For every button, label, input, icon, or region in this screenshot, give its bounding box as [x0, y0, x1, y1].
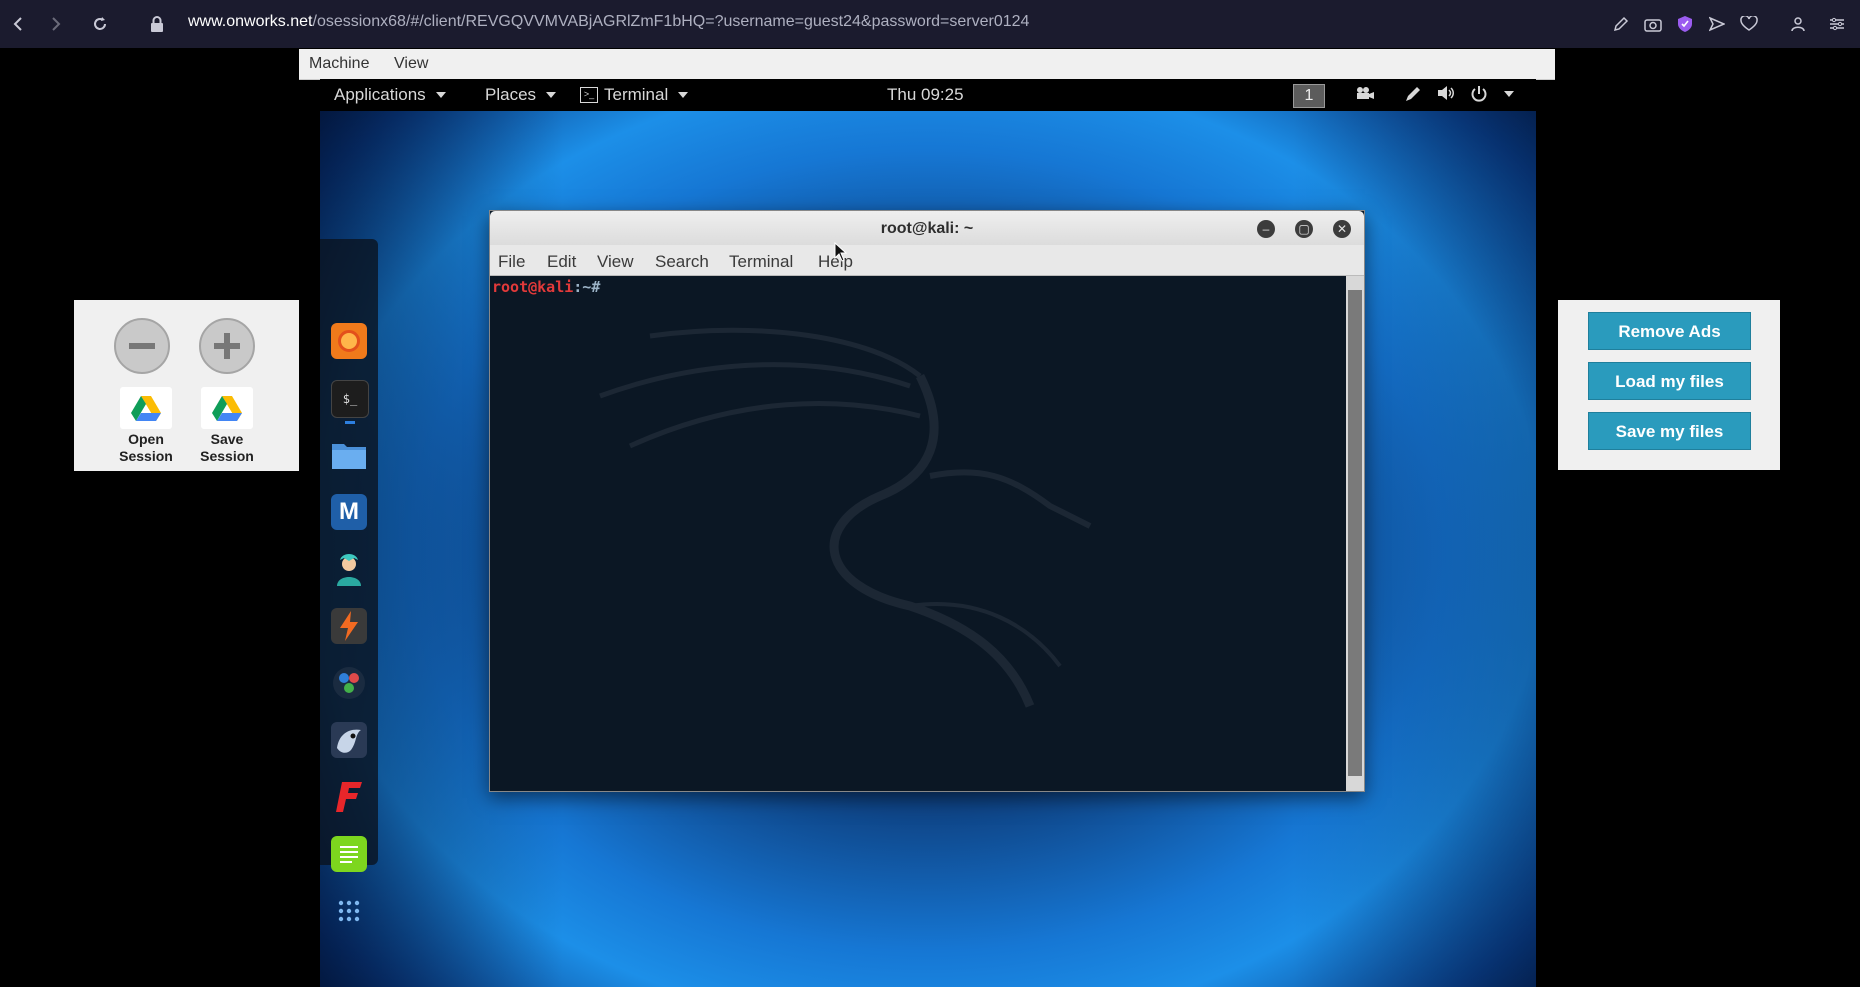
back-icon[interactable]	[6, 12, 30, 36]
address-bar[interactable]: www.onworks.net/osessionx68/#/client/REV…	[188, 13, 1029, 31]
kali-dragon-icon	[599, 327, 1092, 708]
vm-menu-machine[interactable]: Machine	[309, 55, 369, 73]
terminal-menu-terminal[interactable]: Terminal	[729, 252, 793, 272]
forward-icon[interactable]	[44, 12, 68, 36]
browser-toolbar: www.onworks.net/osessionx68/#/client/REV…	[0, 0, 1860, 48]
files-panel: Remove Ads Load my files Save my files	[1558, 300, 1780, 470]
chevron-down-icon	[1504, 91, 1514, 97]
save-files-button[interactable]: Save my files	[1588, 412, 1751, 450]
terminal-menu-search[interactable]: Search	[655, 252, 709, 272]
prompt-path: :~#	[573, 278, 601, 296]
prompt-user: root@kali	[492, 278, 574, 296]
faraday-icon[interactable]	[331, 779, 367, 815]
session-panel: Open Session Save Session	[74, 300, 299, 471]
save-session-button[interactable]: Save Session	[197, 387, 257, 465]
url-path: /osessionx68/#/client/REVGQVVMVABjAGRlZm…	[312, 13, 1030, 30]
account-icon[interactable]	[1786, 12, 1810, 36]
power-icon[interactable]	[1470, 85, 1514, 103]
places-menu[interactable]: Places	[485, 85, 557, 105]
terminal-menu-label: Terminal	[604, 85, 669, 104]
zoom-in-button[interactable]	[199, 318, 255, 374]
chevron-down-icon	[678, 92, 689, 98]
lock-icon[interactable]	[145, 12, 169, 36]
terminal-small-icon: >_	[580, 87, 598, 103]
open-session-button[interactable]: Open Session	[116, 387, 176, 465]
pen-tool-icon[interactable]	[1404, 85, 1422, 103]
clock[interactable]: Thu 09:25	[887, 85, 964, 105]
remove-ads-button[interactable]: Remove Ads	[1588, 312, 1751, 350]
google-drive-icon	[120, 387, 172, 429]
vm-menubar: Machine View	[299, 49, 1555, 80]
minus-icon	[129, 343, 155, 349]
terminal-menubar: File Edit View Search Terminal Help	[490, 245, 1364, 276]
shield-icon[interactable]	[1673, 12, 1697, 36]
zoom-out-button[interactable]	[114, 318, 170, 374]
mouse-cursor-icon	[834, 242, 848, 262]
send-icon[interactable]	[1705, 12, 1729, 36]
files-icon[interactable]	[331, 437, 367, 473]
applications-menu[interactable]: Applications	[334, 85, 446, 105]
open-session-label: Open Session	[119, 431, 173, 464]
dock: $_ M	[320, 239, 378, 922]
video-icon[interactable]	[1355, 85, 1375, 101]
leafpad-icon[interactable]	[331, 836, 367, 872]
clock-label: Thu 09:25	[887, 85, 964, 104]
terminal-menu-edit[interactable]: Edit	[547, 252, 576, 272]
places-label: Places	[485, 85, 537, 104]
close-icon[interactable]: ✕	[1333, 220, 1351, 238]
workspace-indicator[interactable]: 1	[1293, 84, 1325, 108]
reload-icon[interactable]	[88, 12, 112, 36]
beef-icon[interactable]	[331, 722, 367, 758]
load-files-button[interactable]: Load my files	[1588, 362, 1751, 400]
chevron-down-icon	[435, 92, 446, 98]
google-drive-icon	[201, 387, 253, 429]
armitage-icon[interactable]	[331, 551, 367, 587]
camera-icon[interactable]	[1641, 12, 1665, 36]
volume-icon[interactable]	[1437, 85, 1455, 101]
terminal-app-icon[interactable]: $_	[331, 380, 369, 424]
terminal-window[interactable]: root@kali: ~ – ▢ ✕ File Edit View Search…	[489, 210, 1365, 792]
show-apps-icon[interactable]	[331, 893, 367, 929]
settings-icon[interactable]	[1825, 12, 1849, 36]
url-host: www.onworks.net	[188, 13, 313, 30]
scrollbar-thumb[interactable]	[1348, 290, 1362, 776]
heart-icon[interactable]	[1737, 12, 1761, 36]
terminal-title: root@kali: ~	[880, 220, 974, 237]
burpsuite-icon[interactable]	[331, 608, 367, 644]
metasploit-icon[interactable]: M	[331, 494, 367, 530]
terminal-titlebar[interactable]: root@kali: ~ – ▢ ✕	[490, 211, 1364, 245]
remote-desktop[interactable]: Applications Places >_ Terminal Thu 09:2…	[320, 79, 1536, 987]
maximize-icon[interactable]: ▢	[1295, 220, 1313, 238]
pen-icon[interactable]	[1609, 12, 1633, 36]
save-session-label: Save Session	[200, 431, 254, 464]
terminal-scrollbar[interactable]	[1346, 276, 1364, 791]
firefox-icon[interactable]	[331, 323, 367, 359]
gnome-top-panel: Applications Places >_ Terminal Thu 09:2…	[320, 79, 1536, 111]
plus-icon	[214, 333, 240, 359]
minimize-icon[interactable]: –	[1257, 220, 1275, 238]
terminal-app-menu[interactable]: >_ Terminal	[580, 85, 689, 105]
chevron-down-icon	[546, 92, 557, 98]
applications-label: Applications	[334, 85, 426, 104]
shell-prompt: root@kali:~#	[492, 278, 600, 296]
terminal-menu-file[interactable]: File	[498, 252, 525, 272]
terminal-body[interactable]: root@kali:~#	[490, 276, 1346, 791]
terminal-menu-view[interactable]: View	[597, 252, 634, 272]
maltego-icon[interactable]	[331, 665, 367, 701]
vm-menu-view[interactable]: View	[394, 55, 428, 73]
